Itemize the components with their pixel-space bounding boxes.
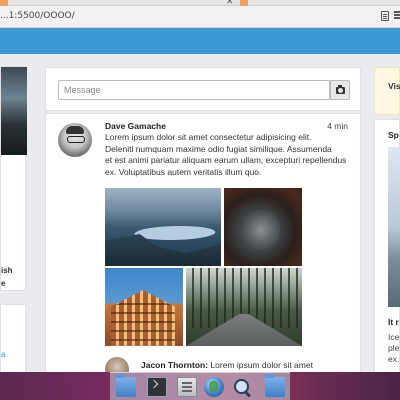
app-header-bar [0,28,400,54]
left-sidebar-link[interactable]: a [1,350,5,359]
files-icon[interactable] [177,377,197,397]
right-alert-card: Vis [374,67,400,115]
camera-button[interactable] [330,80,350,100]
terminal-icon[interactable] [147,377,167,397]
post-body-line: ex. Voluptatibus autem veritatis illum q… [105,166,262,177]
sponsored-text: ex. [388,354,400,364]
folder-icon[interactable] [265,374,285,397]
building-photo[interactable] [105,268,183,346]
reply-text: Lorem ipsum dolor sit amet [210,360,313,370]
post-body-line: Lorem ipsum dolor sit amet consectetur a… [105,132,312,142]
profile-cover-photo [1,67,27,155]
sponsored-text: Ice [388,332,400,342]
folder-icon[interactable] [116,374,136,397]
post-author[interactable]: Dave Gamache [105,121,166,131]
post-body: Lorem ipsum dolor sit amet consectetur a… [105,132,355,178]
sponsored-photo[interactable] [388,147,400,307]
sponsored-text: ple [388,343,400,353]
search-icon[interactable] [232,377,252,397]
reply-author[interactable]: Jacon Thornton: [141,360,208,370]
alert-text: Vis [388,81,400,91]
left-card-text: ish [1,266,13,275]
sponsored-title: Sp [388,130,399,140]
left-sidebar-card-2: a [0,304,26,374]
desktop-dock [110,372,290,400]
cave-photo[interactable] [224,188,302,266]
post-timestamp: 4 min [327,121,348,131]
right-sponsored-card: Sp It r Ice ple ex. [374,119,400,384]
url-text[interactable]: ...1:5500/OOOO/ [0,11,75,21]
reader-view-icon[interactable] [381,11,389,21]
left-profile-card: ish e [0,66,27,291]
post-body-line: et est animi pariatur aliquam earum ulla… [105,155,347,165]
post-body-line: Deleniti numquam maxime odio fugiat simi… [105,143,332,154]
fjord-photo[interactable] [105,188,221,266]
message-composer [45,67,361,111]
post-card: Dave Gamache 4 min Lorem ipsum dolor sit… [45,113,361,383]
browser-url-bar[interactable]: ...1:5500/OOOO/ [0,6,400,28]
forest-road-photo[interactable] [186,268,302,346]
message-input[interactable] [58,80,330,100]
browser-menu-icon[interactable] [394,11,400,21]
globe-icon[interactable] [204,377,224,397]
sponsored-subtitle[interactable]: It r [388,317,399,327]
left-card-text-2: e [1,279,6,288]
camera-icon [336,85,345,94]
author-avatar[interactable] [58,123,92,157]
reply-comment: Jacon Thornton: Lorem ipsum dolor sit am… [141,360,313,370]
